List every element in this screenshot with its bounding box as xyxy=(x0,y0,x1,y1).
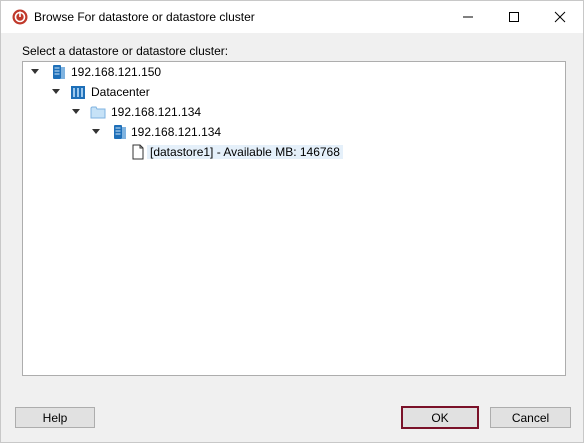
browse-datastore-dialog: Browse For datastore or datastore cluste… xyxy=(0,0,584,443)
datacenter-icon xyxy=(71,86,85,99)
folder-icon xyxy=(90,106,106,119)
app-logo-icon xyxy=(12,9,28,25)
tree-node-label: Datacenter xyxy=(91,85,150,99)
expand-arrow-icon[interactable] xyxy=(52,89,60,94)
tree-node-label: 192.168.121.134 xyxy=(111,105,202,119)
tree-node-label: [datastore1] - Available MB: 146768 xyxy=(147,145,343,159)
server-icon xyxy=(53,65,65,79)
title-bar: Browse For datastore or datastore cluste… xyxy=(1,1,583,33)
expand-arrow-icon[interactable] xyxy=(72,109,80,114)
tree-node-label: 192.168.121.134 xyxy=(131,125,222,139)
help-button[interactable]: Help xyxy=(15,407,95,428)
close-icon xyxy=(554,11,566,23)
host-icon xyxy=(114,125,126,139)
close-button[interactable] xyxy=(537,1,583,33)
maximize-icon xyxy=(509,12,519,22)
datastore-icon xyxy=(132,144,144,160)
maximize-button[interactable] xyxy=(491,1,537,33)
dialog-prompt: Select a datastore or datastore cluster: xyxy=(22,44,229,58)
expand-arrow-icon[interactable] xyxy=(92,129,100,134)
minimize-icon xyxy=(463,16,473,18)
datastore-tree[interactable]: 192.168.121.150 Datacenter 192.168.121.1… xyxy=(22,61,566,376)
window-title: Browse For datastore or datastore cluste… xyxy=(34,10,255,24)
ok-button[interactable]: OK xyxy=(401,406,479,429)
expand-arrow-icon[interactable] xyxy=(31,69,39,74)
cancel-button[interactable]: Cancel xyxy=(490,407,571,428)
minimize-button[interactable] xyxy=(445,1,491,33)
tree-node-label: 192.168.121.150 xyxy=(71,65,162,79)
